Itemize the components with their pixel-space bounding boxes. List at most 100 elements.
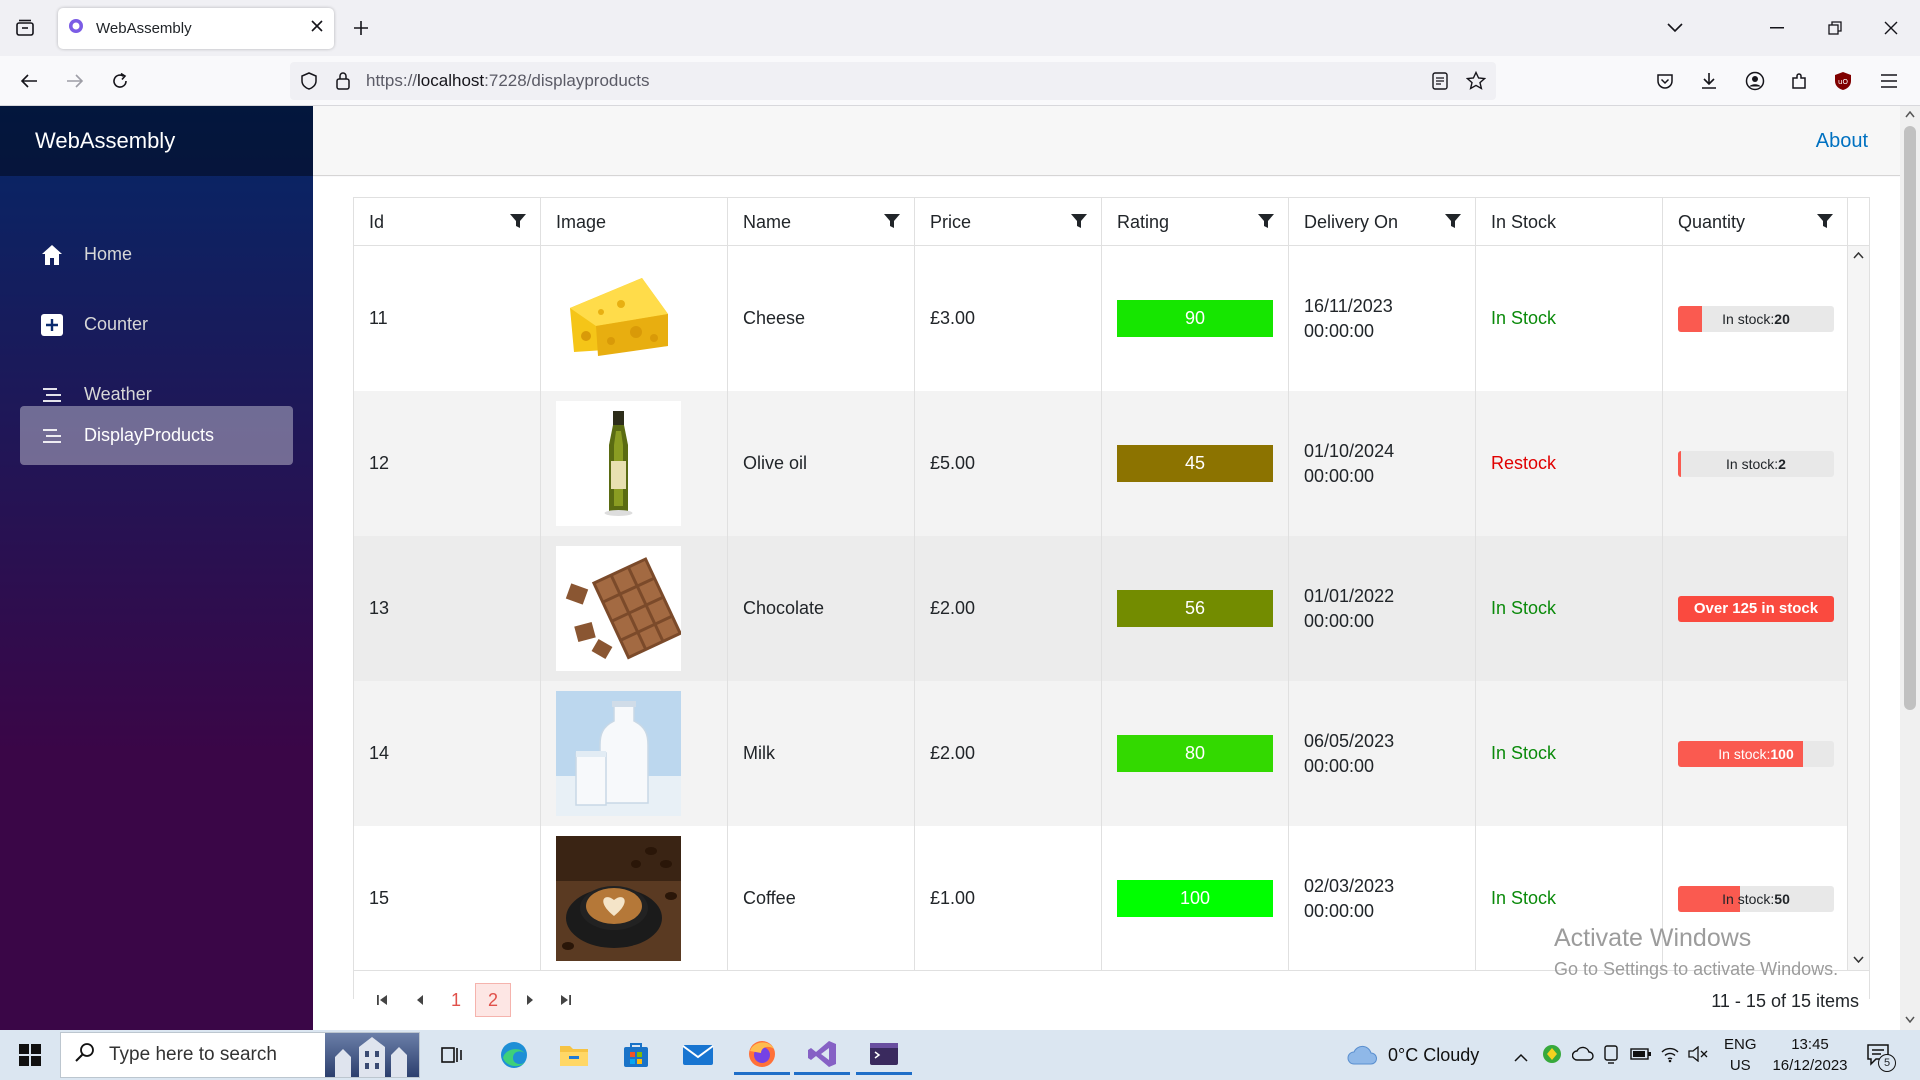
cell-in-stock: Restock	[1476, 391, 1663, 536]
reload-icon[interactable]	[105, 66, 135, 96]
nav-item-label: DisplayProducts	[84, 425, 215, 445]
table-row[interactable]: 14 Milk £2.00 80 06/05/2023 00:00:00 In S…	[354, 681, 1848, 826]
rating-badge: 56	[1117, 590, 1273, 627]
column-header-id[interactable]: Id	[354, 198, 541, 246]
page-scrollbar[interactable]	[1900, 106, 1920, 1030]
delivery-time: 00:00:00	[1304, 465, 1375, 486]
reader-view-icon[interactable]	[1432, 72, 1448, 95]
delivery-date: 01/01/2022	[1304, 585, 1395, 606]
minimize-icon[interactable]	[1762, 14, 1792, 42]
tab-title: WebAssembly	[96, 20, 192, 37]
delivery-time: 00:00:00	[1304, 610, 1375, 631]
cell-delivery-on: 06/05/2023 00:00:00	[1289, 681, 1476, 826]
onedrive-cloud-icon[interactable]	[1571, 1046, 1594, 1066]
nav-item-home[interactable]: Home	[20, 225, 293, 284]
table-row[interactable]: 13 Chocolate £2.00 56 01/01/2022 00:00:0…	[354, 536, 1848, 681]
rating-badge: 90	[1117, 300, 1273, 337]
column-header-name[interactable]: Name	[728, 198, 915, 246]
account-icon[interactable]	[1740, 66, 1770, 96]
brand-title[interactable]: WebAssembly	[0, 106, 313, 176]
nav-item-counter[interactable]: Counter	[20, 295, 293, 354]
bookmark-star-icon[interactable]	[1465, 70, 1487, 96]
task-view-icon[interactable]	[424, 1035, 480, 1075]
about-link[interactable]: About	[1816, 130, 1868, 153]
first-page-icon[interactable]	[364, 983, 400, 1017]
cell-image	[541, 246, 728, 391]
clock[interactable]: 13:45 16/12/2023	[1768, 1036, 1852, 1074]
grid-header: Id Image Name Price Rating Delivery On I…	[354, 198, 1869, 246]
windows-start-icon[interactable]	[2, 1035, 58, 1075]
back-arrow-icon[interactable]	[14, 66, 44, 96]
show-hidden-icons-chevron-icon[interactable]	[1514, 1049, 1528, 1067]
ublock-origin-icon[interactable]: uO	[1828, 66, 1858, 96]
next-page-icon[interactable]	[512, 983, 548, 1017]
device-icon[interactable]	[1602, 1044, 1620, 1069]
cell-image	[541, 536, 728, 681]
address-bar[interactable]: https://localhost:7228/displayproducts	[290, 62, 1496, 100]
list-all-tabs-icon[interactable]	[10, 14, 40, 42]
browser-tab-active[interactable]: WebAssembly	[58, 8, 334, 49]
page-scrollbar-thumb[interactable]	[1904, 126, 1916, 710]
cell-quantity: Over 125 in stock	[1663, 536, 1848, 681]
nav-item-displayproducts[interactable]: DisplayProducts	[20, 406, 293, 465]
page-button-1[interactable]: 1	[438, 983, 474, 1017]
search-placeholder: Type here to search	[109, 1044, 277, 1065]
firefox-icon[interactable]	[734, 1035, 790, 1075]
forward-arrow-icon[interactable]	[60, 66, 90, 96]
sidebar: WebAssembly Home Counter Weather Display…	[0, 106, 313, 1030]
watermark-subtitle: Go to Settings to activate Windows.	[1554, 959, 1839, 979]
language-indicator[interactable]: ENG US	[1724, 1036, 1757, 1074]
new-tab-plus-icon[interactable]	[346, 14, 376, 42]
column-header-quantity[interactable]: Quantity	[1663, 198, 1848, 246]
cloud-weather-icon[interactable]	[1346, 1044, 1378, 1071]
filter-icon[interactable]	[1071, 213, 1087, 234]
cell-rating: 90	[1102, 246, 1289, 391]
shield-icon[interactable]	[300, 72, 318, 95]
filter-icon[interactable]	[1817, 213, 1833, 234]
lock-icon[interactable]	[335, 71, 351, 96]
column-header-image[interactable]: Image	[541, 198, 728, 246]
extensions-puzzle-icon[interactable]	[1784, 66, 1814, 96]
delivery-time: 00:00:00	[1304, 320, 1375, 341]
edge-browser-icon[interactable]	[486, 1035, 542, 1075]
last-page-icon[interactable]	[548, 983, 584, 1017]
previous-page-icon[interactable]	[402, 983, 438, 1017]
pocket-icon[interactable]	[1650, 66, 1680, 96]
close-window-icon[interactable]	[1876, 14, 1906, 42]
battery-icon[interactable]	[1630, 1047, 1652, 1066]
filter-icon[interactable]	[884, 213, 900, 234]
cell-name: Olive oil	[728, 391, 915, 536]
weather-text[interactable]: 0°C Cloudy	[1388, 1045, 1479, 1066]
close-tab-icon[interactable]	[310, 19, 324, 38]
pager-info: 11 - 15 of 15 items	[1711, 991, 1859, 1011]
grid-scrollbar[interactable]	[1848, 246, 1869, 970]
page-button-2[interactable]: 2	[475, 983, 511, 1017]
app-menu-hamburger-icon[interactable]	[1874, 66, 1904, 96]
delivery-date: 01/10/2024	[1304, 440, 1395, 461]
column-header-delivery-on[interactable]: Delivery On	[1289, 198, 1476, 246]
filter-icon[interactable]	[1445, 213, 1461, 234]
downloads-icon[interactable]	[1694, 66, 1724, 96]
column-header-rating[interactable]: Rating	[1102, 198, 1289, 246]
restore-window-icon[interactable]	[1820, 14, 1850, 42]
filter-icon[interactable]	[510, 213, 526, 234]
cell-id: 11	[354, 246, 541, 391]
cell-in-stock: In Stock	[1476, 536, 1663, 681]
tray-app-icon[interactable]	[1542, 1044, 1562, 1069]
tab-list-chevron-down-icon[interactable]	[1660, 14, 1690, 42]
column-header-price[interactable]: Price	[915, 198, 1102, 246]
terminal-icon[interactable]	[856, 1035, 912, 1075]
coffee-image	[556, 836, 681, 961]
taskbar-search-box[interactable]: Type here to search	[60, 1032, 420, 1078]
table-row[interactable]: 11 Cheese £3.00 90 16/11/2023 00:00:00 In…	[354, 246, 1848, 391]
microsoft-store-icon[interactable]	[608, 1035, 664, 1075]
wifi-icon[interactable]	[1660, 1045, 1680, 1068]
mail-icon[interactable]	[670, 1035, 726, 1075]
file-explorer-icon[interactable]	[546, 1035, 602, 1075]
url-text[interactable]: https://localhost:7228/displayproducts	[366, 71, 650, 91]
visual-studio-icon[interactable]	[794, 1035, 850, 1075]
filter-icon[interactable]	[1258, 213, 1274, 234]
column-header-in-stock[interactable]: In Stock	[1476, 198, 1663, 246]
table-row[interactable]: 12 Olive oil £5.00 45 01/10/2024 00:00:00…	[354, 391, 1848, 536]
volume-muted-icon[interactable]	[1688, 1045, 1708, 1067]
